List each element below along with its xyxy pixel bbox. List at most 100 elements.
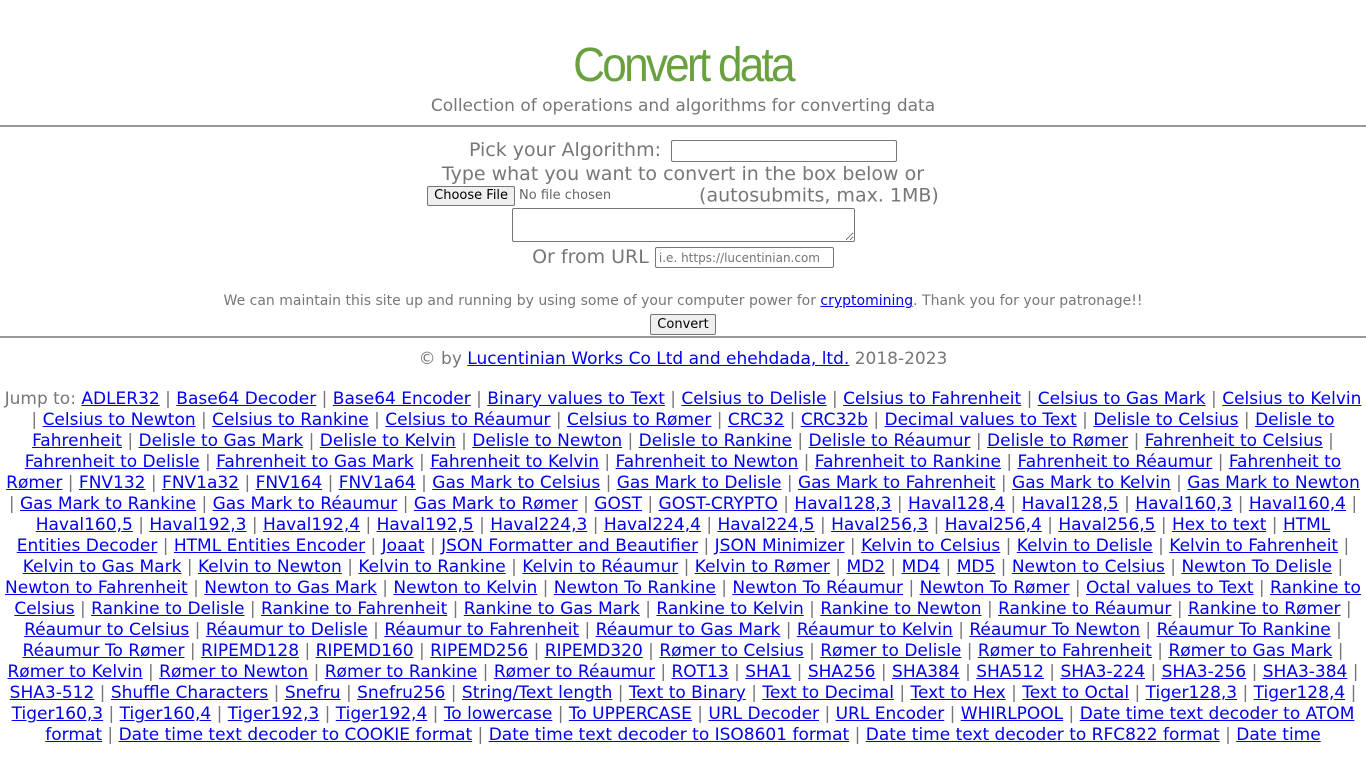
jump-link[interactable]: Réaumur to Delisle: [206, 620, 368, 640]
jump-link[interactable]: Rømer to Celsius: [659, 641, 803, 661]
jump-link[interactable]: JSON Minimizer: [715, 536, 845, 556]
algorithm-input[interactable]: [671, 139, 898, 162]
jump-link[interactable]: Réaumur To Rømer: [23, 641, 185, 661]
jump-link[interactable]: Gas Mark to Rankine: [20, 494, 196, 514]
jump-link[interactable]: Haval224,3: [490, 515, 587, 535]
jump-link[interactable]: Celsius to Kelvin: [1222, 389, 1361, 409]
jump-link[interactable]: Snefru256: [357, 683, 445, 703]
jump-link[interactable]: Haval192,4: [263, 515, 360, 535]
jump-link[interactable]: Newton to Gas Mark: [204, 578, 377, 598]
jump-link[interactable]: SHA384: [892, 662, 960, 682]
jump-link[interactable]: Tiger160,3: [12, 704, 104, 724]
jump-link[interactable]: Fahrenheit to Kelvin: [430, 452, 599, 472]
jump-link[interactable]: Celsius to Newton: [43, 410, 196, 430]
jump-link[interactable]: Tiger192,3: [228, 704, 320, 724]
jump-link[interactable]: Haval128,5: [1022, 494, 1119, 514]
jump-link[interactable]: Kelvin to Fahrenheit: [1169, 536, 1338, 556]
jump-link[interactable]: Celsius to Rømer: [567, 410, 711, 430]
jump-link[interactable]: Fahrenheit to Celsius: [1145, 431, 1323, 451]
jump-link[interactable]: Rømer to Réaumur: [494, 662, 655, 682]
jump-link[interactable]: MD4: [902, 557, 941, 577]
jump-link[interactable]: Rømer to Fahrenheit: [978, 641, 1152, 661]
jump-link[interactable]: Text to Hex: [910, 683, 1005, 703]
jump-link[interactable]: Haval160,4: [1249, 494, 1346, 514]
jump-link[interactable]: Shuffle Characters: [111, 683, 268, 703]
jump-link[interactable]: SHA3-256: [1162, 662, 1247, 682]
jump-link[interactable]: Gas Mark to Celsius: [432, 473, 600, 493]
jump-link[interactable]: Delisle to Réaumur: [809, 431, 971, 451]
jump-link[interactable]: Date time text decoder to RFC822 format: [866, 725, 1220, 745]
jump-link[interactable]: Text to Decimal: [762, 683, 894, 703]
jump-link[interactable]: SHA3-512: [10, 683, 95, 703]
jump-link[interactable]: Haval192,3: [149, 515, 246, 535]
jump-link[interactable]: Base64 Decoder: [176, 389, 316, 409]
jump-link[interactable]: Réaumur to Celsius: [24, 620, 189, 640]
jump-link[interactable]: ROT13: [671, 662, 728, 682]
jump-link[interactable]: FNV164: [256, 473, 323, 493]
cryptomining-link[interactable]: cryptomining: [820, 293, 913, 309]
jump-link[interactable]: HTML Entities Encoder: [174, 536, 365, 556]
jump-link[interactable]: Newton To Réaumur: [732, 578, 903, 598]
jump-link[interactable]: Newton to Kelvin: [393, 578, 537, 598]
jump-link[interactable]: Tiger128,4: [1254, 683, 1346, 703]
jump-link[interactable]: Rømer to Kelvin: [7, 662, 142, 682]
jump-link[interactable]: Celsius to Delisle: [681, 389, 826, 409]
jump-link[interactable]: Newton to Celsius: [1012, 557, 1165, 577]
jump-link[interactable]: Réaumur To Rankine: [1157, 620, 1331, 640]
jump-link[interactable]: Newton To Rømer: [920, 578, 1070, 598]
jump-link[interactable]: SHA512: [976, 662, 1044, 682]
jump-link[interactable]: Text to Binary: [629, 683, 746, 703]
jump-link[interactable]: String/Text length: [462, 683, 612, 703]
jump-link[interactable]: Kelvin to Celsius: [861, 536, 1000, 556]
jump-link[interactable]: Rankine to Réaumur: [998, 599, 1171, 619]
jump-link[interactable]: Haval128,4: [908, 494, 1005, 514]
jump-link[interactable]: Gas Mark to Newton: [1187, 473, 1360, 493]
jump-link[interactable]: Réaumur To Newton: [969, 620, 1140, 640]
jump-link[interactable]: MD2: [846, 557, 885, 577]
jump-link[interactable]: Celsius to Réaumur: [385, 410, 550, 430]
jump-link[interactable]: Date time text decoder to ISO8601 format: [489, 725, 850, 745]
jump-link[interactable]: Haval224,4: [604, 515, 701, 535]
jump-link[interactable]: Date time: [1236, 725, 1320, 745]
jump-link[interactable]: SHA3-384: [1263, 662, 1348, 682]
jump-link[interactable]: ADLER32: [81, 389, 159, 409]
jump-link[interactable]: Base64 Encoder: [333, 389, 471, 409]
jump-link[interactable]: Gas Mark to Delisle: [617, 473, 782, 493]
jump-link[interactable]: Haval160,3: [1135, 494, 1232, 514]
jump-link[interactable]: Tiger160,4: [120, 704, 212, 724]
input-textarea[interactable]: [511, 208, 855, 242]
jump-link[interactable]: WHIRLPOOL: [961, 704, 1063, 724]
jump-link[interactable]: Kelvin to Gas Mark: [23, 557, 182, 577]
jump-link[interactable]: Kelvin to Réaumur: [522, 557, 678, 577]
jump-link[interactable]: Delisle to Kelvin: [320, 431, 456, 451]
jump-link[interactable]: URL Encoder: [836, 704, 945, 724]
jump-link[interactable]: Delisle to Celsius: [1093, 410, 1238, 430]
jump-link[interactable]: Réaumur to Kelvin: [797, 620, 953, 640]
jump-link[interactable]: Rankine to Delisle: [91, 599, 244, 619]
jump-link[interactable]: Fahrenheit to Rankine: [815, 452, 1001, 472]
jump-link[interactable]: Tiger192,4: [336, 704, 428, 724]
jump-link[interactable]: Haval160,5: [36, 515, 133, 535]
jump-link[interactable]: Delisle to Rankine: [639, 431, 792, 451]
jump-link[interactable]: CRC32b: [801, 410, 868, 430]
jump-link[interactable]: Decimal values to Text: [885, 410, 1077, 430]
jump-link[interactable]: Réaumur to Gas Mark: [596, 620, 781, 640]
jump-link[interactable]: RIPEMD320: [545, 641, 643, 661]
jump-link[interactable]: Octal values to Text: [1086, 578, 1254, 598]
jump-link[interactable]: Haval256,5: [1058, 515, 1155, 535]
jump-link[interactable]: Newton to Fahrenheit: [5, 578, 188, 598]
jump-link[interactable]: Date time text decoder to COOKIE format: [119, 725, 473, 745]
jump-link[interactable]: Rømer to Newton: [159, 662, 308, 682]
jump-link[interactable]: Fahrenheit to Réaumur: [1018, 452, 1213, 472]
jump-link[interactable]: Haval256,4: [945, 515, 1042, 535]
jump-link[interactable]: URL Decoder: [708, 704, 819, 724]
jump-link[interactable]: Rankine to Kelvin: [656, 599, 803, 619]
jump-link[interactable]: Gas Mark to Kelvin: [1012, 473, 1171, 493]
jump-link[interactable]: FNV132: [79, 473, 146, 493]
jump-link[interactable]: JSON Formatter and Beautifier: [441, 536, 698, 556]
jump-link[interactable]: Kelvin to Newton: [198, 557, 342, 577]
jump-link[interactable]: Fahrenheit to Newton: [616, 452, 799, 472]
jump-link[interactable]: Celsius to Rankine: [212, 410, 369, 430]
jump-link[interactable]: Réaumur to Fahrenheit: [384, 620, 579, 640]
jump-link[interactable]: GOST-CRYPTO: [659, 494, 778, 514]
